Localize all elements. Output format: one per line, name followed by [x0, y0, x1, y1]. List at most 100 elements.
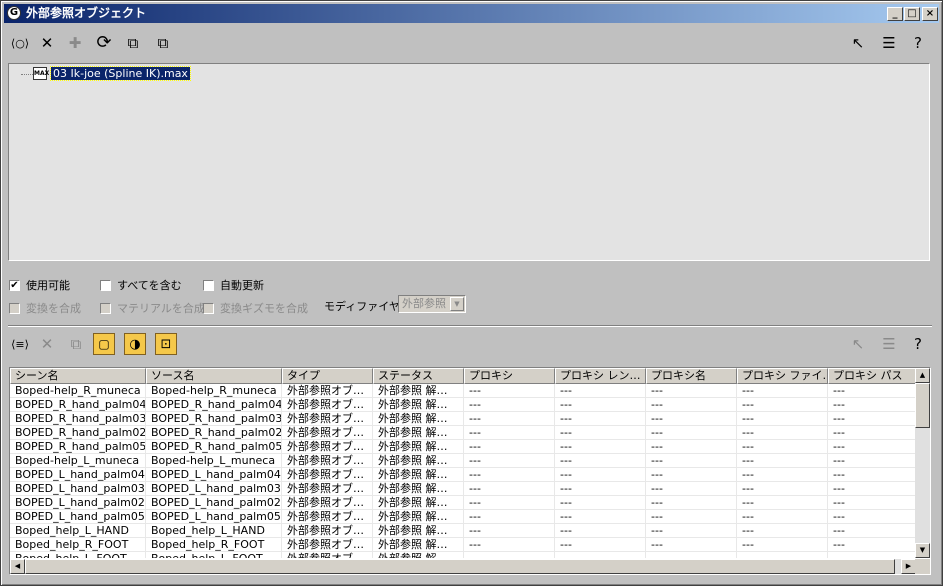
modifier-dropdown-value: 外部参照 [402, 297, 446, 310]
refresh-icon[interactable]: ⟳ [93, 32, 115, 54]
chevron-down-icon[interactable]: ▼ [450, 297, 464, 311]
table-cell: --- [555, 510, 646, 524]
merge-in-scene-icon[interactable]: ⧉ [122, 32, 144, 54]
auto-update-label: 自動更新 [220, 279, 264, 292]
scroll-right-icon[interactable]: ▶ [901, 559, 916, 574]
merge-manipulators-checkbox[interactable]: 変換ギズモを合成 [203, 300, 308, 316]
table-cell: --- [646, 468, 737, 482]
select-entity-by-list-icon[interactable]: ☰ [878, 333, 900, 355]
table-cell: --- [737, 412, 828, 426]
column-header[interactable]: プロキシ ファイ… [737, 368, 828, 384]
remove-xref-entity-icon[interactable]: ✕ [36, 333, 58, 355]
horizontal-scrollbar[interactable]: ◀ ▶ [10, 559, 916, 574]
table-row[interactable]: BOPED_L_hand_palm02 BOPED_L_hand_palm02 外部… [10, 496, 916, 510]
table-row[interactable]: BOPED_R_hand_palm05 BOPED_R_hand_palm05 外部… [10, 440, 916, 454]
xref-entities-table[interactable]: シーン名 ソース名 タイプ ステータス プロキシ プロキシ レン… プロキシ名 プロキシ ファ… [9, 367, 931, 575]
table-row[interactable]: Boped_help_R_FOOT Boped_help_R_FOOT 外部参照オブ… [10, 538, 916, 552]
auto-update-checkbox[interactable]: 自動更新 [203, 277, 264, 293]
close-button[interactable]: × [922, 7, 938, 21]
tree-item-xref-file[interactable]: 03 Ik-joe (Spline IK).max [50, 66, 191, 81]
column-header[interactable]: シーン名 [10, 368, 146, 384]
minimize-button[interactable]: _ [887, 7, 903, 21]
vertical-scroll-thumb[interactable] [915, 383, 930, 428]
table-cell: --- [737, 510, 828, 524]
select-in-scene-icon[interactable]: ↖ [847, 32, 869, 54]
table-row[interactable]: BOPED_L_hand_palm04 BOPED_L_hand_palm04 外部… [10, 468, 916, 482]
table-cell: --- [737, 552, 828, 558]
table-cell: --- [555, 482, 646, 496]
table-row[interactable]: BOPED_R_hand_palm03 BOPED_R_hand_palm03 外部… [10, 412, 916, 426]
table-cell: --- [646, 496, 737, 510]
xref-file-tree[interactable]: MAX 03 Ik-joe (Spline IK).max [8, 63, 930, 261]
table-cell: BOPED_R_hand_palm03 [146, 412, 282, 426]
merge-materials-check-box[interactable] [100, 302, 111, 314]
table-row[interactable]: BOPED_R_hand_palm02 BOPED_R_hand_palm02 外部… [10, 426, 916, 440]
objects-filter-icon[interactable]: ▢ [93, 333, 115, 355]
merge-materials-label: マテリアルを合成 [117, 302, 205, 315]
table-cell: --- [555, 426, 646, 440]
scroll-up-icon[interactable]: ▲ [915, 368, 930, 383]
column-header[interactable]: ソース名 [146, 368, 282, 384]
vertical-scrollbar[interactable]: ▲ ▼ [915, 368, 930, 558]
merge-transforms-check-box[interactable] [9, 302, 20, 314]
table-row[interactable]: Boped_help_L_FOOTBoped_help_L_FOOT外部参照オブ… [10, 552, 916, 558]
add-xref-file-icon[interactable]: ✚ [64, 32, 86, 54]
enabled-check-box[interactable]: ✔ [9, 279, 20, 291]
app-icon[interactable]: G [7, 6, 21, 20]
column-header[interactable]: プロキシ レン… [555, 368, 646, 384]
column-header[interactable]: プロキシ [464, 368, 555, 384]
help-icon[interactable]: ? [907, 32, 929, 54]
include-all-label: すべてを含む [117, 279, 182, 292]
list-settings-icon[interactable]: ⟨≡⟩ [9, 333, 31, 355]
select-by-list-icon[interactable]: ☰ [878, 32, 900, 54]
help-icon-2[interactable]: ? [907, 333, 929, 355]
column-header[interactable]: タイプ [282, 368, 373, 384]
table-cell: --- [464, 454, 555, 468]
table-cell: --- [737, 524, 828, 538]
maximize-button[interactable]: □ [904, 7, 920, 21]
select-entity-icon[interactable]: ↖ [847, 333, 869, 355]
merge-transforms-checkbox[interactable]: 変換を合成 [9, 300, 81, 316]
table-row[interactable]: Boped_help_L_HAND Boped_help_L_HAND 外部参照オブ… [10, 524, 916, 538]
table-cell: --- [737, 468, 828, 482]
include-all-check-box[interactable] [100, 279, 111, 291]
table-row[interactable]: BOPED_L_hand_palm05 BOPED_L_hand_palm05 外部… [10, 510, 916, 524]
controllers-filter-icon[interactable]: ⊡ [155, 333, 177, 355]
table-cell: --- [737, 454, 828, 468]
table-row[interactable]: BOPED_R_hand_palm04 BOPED_R_hand_palm04 外部… [10, 398, 916, 412]
table-cell: --- [464, 496, 555, 510]
scroll-down-icon[interactable]: ▼ [915, 543, 930, 558]
column-header[interactable]: ステータス [373, 368, 464, 384]
table-cell: 外部参照オブ… [282, 482, 373, 496]
merge-manipulators-check-box[interactable] [203, 302, 214, 314]
table-row[interactable]: Boped-help_R_muneca Boped-help_R_muneca 外部… [10, 384, 916, 398]
include-all-checkbox[interactable]: すべてを含む [100, 277, 182, 293]
enabled-label: 使用可能 [26, 279, 70, 292]
table-cell: --- [828, 454, 916, 468]
column-header[interactable]: プロキシ パス [828, 368, 916, 384]
table-row[interactable]: Boped-help_L_muneca Boped-help_L_muneca 外部… [10, 454, 916, 468]
merge-entity-icon[interactable]: ⧉ [65, 333, 87, 355]
table-cell: --- [555, 538, 646, 552]
table-row[interactable]: BOPED_L_hand_palm03 BOPED_L_hand_palm03 外部… [10, 482, 916, 496]
remove-xref-file-icon[interactable]: ✕ [36, 32, 58, 54]
table-cell: --- [555, 524, 646, 538]
scroll-left-icon[interactable]: ◀ [10, 559, 25, 574]
auto-update-check-box[interactable] [203, 279, 214, 291]
merge-materials-checkbox[interactable]: マテリアルを合成 [100, 300, 205, 316]
horizontal-scroll-thumb[interactable] [25, 559, 895, 574]
table-cell: --- [828, 538, 916, 552]
title-bar[interactable]: G 外部参照オブジェクト _ □ × [4, 4, 939, 23]
table-cell: --- [464, 510, 555, 524]
xref-settings-icon[interactable]: ⟨○⟩ [9, 32, 31, 54]
enabled-checkbox[interactable]: ✔ 使用可能 [9, 277, 70, 293]
convert-selected-icon[interactable]: ⧉ [152, 32, 174, 54]
column-header[interactable]: プロキシ名 [646, 368, 737, 384]
table-cell: --- [737, 496, 828, 510]
materials-filter-icon[interactable]: ◑ [124, 333, 146, 355]
modifier-dropdown[interactable]: 外部参照 ▼ [398, 295, 466, 313]
table-cell: --- [646, 524, 737, 538]
table-cell: 外部参照 解… [373, 440, 464, 454]
table-cell: 外部参照 解… [373, 426, 464, 440]
table-cell: --- [737, 538, 828, 552]
